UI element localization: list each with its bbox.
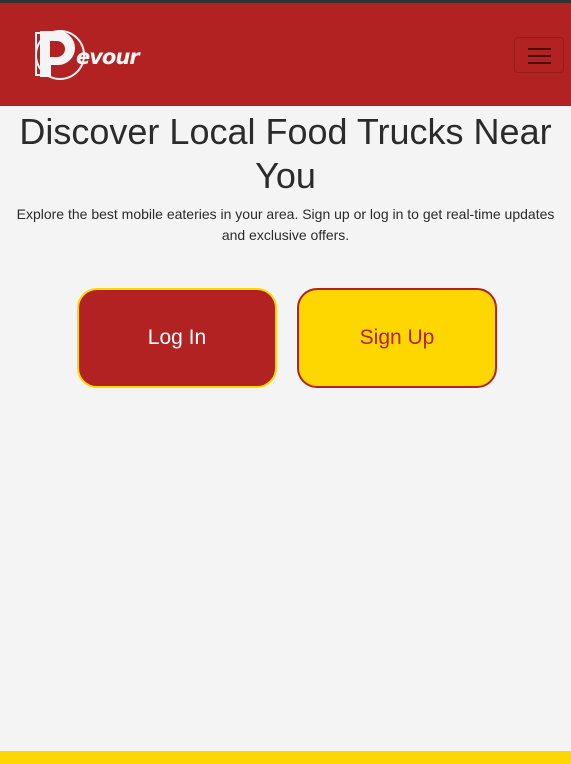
hamburger-icon-line — [528, 62, 551, 64]
menu-toggle-button[interactable] — [514, 37, 564, 73]
hamburger-icon-line — [528, 55, 551, 57]
navbar: evour — [0, 3, 571, 106]
hero-subtitle: Explore the best mobile eateries in your… — [16, 206, 555, 243]
footer-strip — [0, 751, 571, 764]
brand-logo[interactable]: evour — [30, 25, 140, 83]
login-button[interactable]: Log In — [77, 288, 277, 388]
hero-title: Discover Local Food Trucks Near You — [19, 111, 552, 196]
hamburger-icon — [528, 48, 551, 50]
brand-text: evour — [76, 45, 140, 69]
signup-button[interactable]: Sign Up — [297, 288, 497, 388]
